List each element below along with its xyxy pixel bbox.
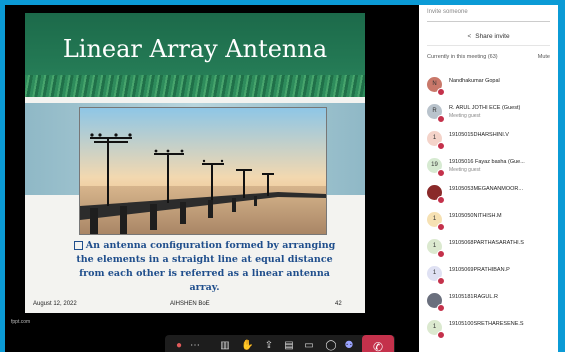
antenna-array-photo	[79, 107, 327, 235]
participant-row[interactable]: 1 19105100SRETHARESENE.S	[427, 318, 552, 340]
chat-icon[interactable]: ▤	[283, 340, 295, 352]
shared-slide: Linear Array Antenna An antenna configur…	[25, 13, 365, 313]
participant-name: 19105181RAGUL.R	[449, 294, 498, 300]
slide-footer-author: AIHSHEN BoE	[170, 301, 210, 307]
muted-status-icon	[437, 115, 445, 123]
share-icon: <	[467, 33, 472, 40]
participant-name: 19105016 Fayaz basha (Gue...	[449, 159, 525, 165]
more-options-icon[interactable]: ⋯	[189, 340, 201, 352]
slide-title: Linear Array Antenna	[62, 35, 328, 63]
leave-call-button[interactable]: ✆	[362, 335, 394, 352]
participant-role: Meeting guest	[449, 167, 481, 173]
participant-row[interactable]: 1 19105069PRATHIBAN.P	[427, 264, 552, 286]
participant-row[interactable]: 19105181RAGUL.R	[427, 291, 552, 313]
muted-status-icon	[437, 277, 445, 285]
share-screen-icon[interactable]: ⇪	[263, 340, 275, 352]
slide-grass-banner	[25, 75, 365, 97]
participant-name: 19105015DHARSHINI.V	[449, 132, 509, 138]
muted-status-icon	[437, 169, 445, 177]
participant-role: Meeting guest	[449, 113, 481, 119]
slide-source-note: fppt.com	[11, 319, 31, 325]
in-meeting-section-label: Currently in this meeting (63) Mute	[427, 54, 550, 60]
muted-status-icon	[437, 142, 445, 150]
muted-status-icon	[437, 223, 445, 231]
slide-footer-page: 42	[335, 301, 342, 307]
participant-row[interactable]: 19105053MEGANANMOOR...	[427, 183, 552, 205]
slide-footer-date: August 12, 2022	[33, 301, 77, 307]
participant-name: 19105068PARTHASARATHI.S	[449, 240, 524, 246]
participant-name: 19105050NITHISH.M	[449, 213, 502, 219]
raise-hand-icon[interactable]: ✋	[241, 340, 253, 352]
participant-row[interactable]: R R. ARUL JOTHI ECE (Guest) Meeting guest	[427, 102, 552, 124]
rooms-icon[interactable]: ▭	[303, 340, 315, 352]
slide-caption-text: An antenna configuration formed by arran…	[76, 240, 336, 293]
participant-name: 19105069PRATHIBAN.P	[449, 267, 510, 273]
muted-status-icon	[437, 250, 445, 258]
participant-row[interactable]: 19 19105016 Fayaz basha (Gue... Meeting gu…	[427, 156, 552, 178]
people-icon[interactable]: ⚉	[343, 340, 355, 352]
slide-caption: An antenna configuration formed by arran…	[67, 239, 342, 295]
participant-name: 19105053MEGANANMOOR...	[449, 186, 523, 192]
share-invite-label: Share invite	[475, 33, 510, 40]
participants-icon[interactable]: ▥	[219, 340, 231, 352]
muted-status-icon	[437, 331, 445, 339]
mute-all-link[interactable]: Mute	[538, 54, 550, 60]
participants-panel: Invite someone < Share invite Currently i…	[419, 5, 558, 352]
muted-status-icon	[437, 304, 445, 312]
muted-status-icon	[437, 196, 445, 204]
share-invite-button[interactable]: < Share invite	[427, 29, 550, 46]
participant-row[interactable]: N Nandhakumar Gopal	[427, 75, 552, 97]
record-icon[interactable]: ●	[173, 340, 185, 352]
meeting-toolbar: ● ⋯ ▥ ✋ ⇪ ▤ ▭ ◯ ⚉ ✆	[165, 335, 395, 352]
participant-row[interactable]: 1 19105015DHARSHINI.V	[427, 129, 552, 151]
participant-name: Nandhakumar Gopal	[449, 78, 500, 84]
participant-name: R. ARUL JOTHI ECE (Guest)	[449, 105, 521, 111]
participant-row[interactable]: 1 19105068PARTHASARATHI.S	[427, 237, 552, 259]
slide-footer: August 12, 2022 AIHSHEN BoE 42	[25, 297, 365, 313]
participant-name: 19105100SRETHARESENE.S	[449, 321, 524, 327]
in-meeting-count-label: Currently in this meeting (63)	[427, 54, 498, 60]
participant-row[interactable]: 1 19105050NITHISH.M	[427, 210, 552, 232]
checkbox-bullet-icon	[73, 241, 83, 250]
meeting-window: Linear Array Antenna An antenna configur…	[5, 5, 558, 352]
invite-input[interactable]: Invite someone	[427, 9, 550, 22]
camera-icon[interactable]: ◯	[325, 340, 337, 352]
muted-status-icon	[437, 88, 445, 96]
